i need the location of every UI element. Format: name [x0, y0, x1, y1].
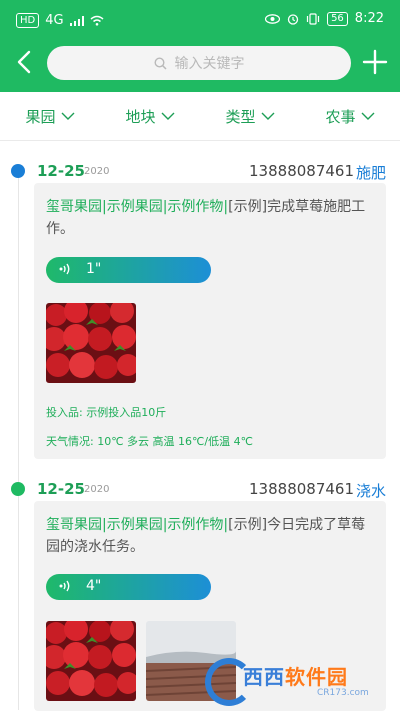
voice-duration: 1": [86, 261, 102, 277]
entry-card: 玺哥果园|示例果园|示例作物|[示例]完成草莓施肥工作。 1" 投入品: 示例投…: [34, 183, 386, 459]
filter-plot[interactable]: 地块: [100, 92, 200, 140]
audio-wave-icon: [59, 580, 70, 592]
clock: 8:22: [354, 11, 384, 26]
watermark-text: 西西软件园: [243, 661, 348, 690]
entry-year: 2020: [84, 166, 110, 177]
eye-icon: [265, 13, 281, 24]
site-watermark: 西西软件园 CR173.com: [205, 655, 395, 706]
back-button[interactable]: [10, 47, 40, 77]
entry-task-type: 施肥: [355, 164, 386, 182]
search-placeholder: 输入关键字: [174, 56, 245, 72]
search-input[interactable]: 输入关键字: [47, 46, 351, 80]
status-bar: HD 4G 56 8:22: [0, 0, 400, 38]
search-icon: [153, 56, 167, 70]
watermark-text-b: 软件园: [285, 665, 348, 689]
watermark-text-a: 西西: [243, 665, 285, 689]
filter-type[interactable]: 类型: [200, 92, 300, 140]
vibrate-icon: [306, 12, 320, 25]
entry-date: 12-25: [37, 480, 85, 498]
entry-phone: 13888087461: [249, 480, 354, 498]
alarm-icon: [287, 13, 299, 25]
entry-year: 2020: [84, 484, 110, 495]
strawberry-photo[interactable]: [46, 303, 136, 383]
entry-location-path: 玺哥果园|示例果园|示例作物|: [46, 517, 229, 533]
wifi-icon: [90, 15, 104, 26]
audio-wave-icon: [59, 263, 70, 275]
strawberry-photo[interactable]: [46, 621, 136, 701]
filter-orchard[interactable]: 果园: [0, 92, 100, 140]
filter-farmwork[interactable]: 农事: [300, 92, 400, 140]
watermark-url: CR173.com: [317, 688, 369, 698]
chevron-down-icon: [61, 112, 74, 120]
entry-description: 玺哥果园|示例果园|示例作物|[示例]完成草莓施肥工作。: [46, 196, 376, 240]
timeline-dot: [11, 482, 25, 496]
voice-message[interactable]: 1": [46, 257, 211, 283]
voice-duration: 4": [86, 578, 102, 594]
add-button[interactable]: [360, 47, 390, 77]
chevron-down-icon: [161, 112, 174, 120]
chevron-down-icon: [261, 112, 274, 120]
timeline-dot: [11, 164, 25, 178]
battery-icon: 56: [327, 11, 348, 26]
signal-label: 4G: [45, 13, 64, 28]
filter-label: 类型: [225, 107, 256, 126]
input-materials: 投入品: 示例投入品10斤: [46, 406, 167, 419]
filter-label: 果园: [25, 107, 56, 126]
voice-message[interactable]: 4": [46, 574, 211, 600]
chevron-down-icon: [361, 112, 374, 120]
entry-task-type: 浇水: [355, 482, 386, 500]
entry-date: 12-25: [37, 162, 85, 180]
timeline-entry[interactable]: 12-25 2020 13888087461 施肥 玺哥果园|示例果园|示例作物…: [0, 160, 400, 460]
weather-info: 天气情况: 10℃ 多云 高温 16℃/低温 4℃: [46, 435, 253, 448]
filter-label: 农事: [325, 107, 356, 126]
entry-location-path: 玺哥果园|示例果园|示例作物|: [46, 199, 229, 215]
hd-badge: HD: [16, 13, 40, 28]
entry-description: 玺哥果园|示例果园|示例作物|[示例]今日完成了草莓园的浇水任务。: [46, 514, 376, 558]
signal-icon: [69, 15, 84, 26]
filter-label: 地块: [125, 107, 156, 126]
entry-phone: 13888087461: [249, 162, 354, 180]
filter-bar: 果园 地块 类型 农事: [0, 92, 400, 141]
